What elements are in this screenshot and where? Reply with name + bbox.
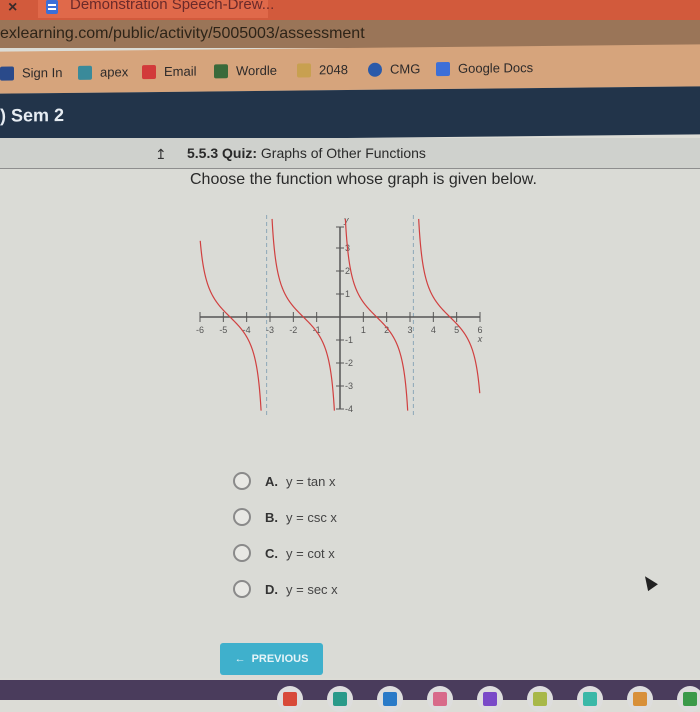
shelf-app-meet-icon[interactable]	[327, 686, 353, 712]
quiz-header: ↥ 5.5.3 Quiz: Graphs of Other Functions	[0, 138, 700, 169]
app-glyph	[433, 692, 447, 706]
choice-c[interactable]: C. y = cot x	[233, 535, 338, 571]
choice-letter: B.	[265, 509, 278, 525]
choice-d[interactable]: D. y = sec x	[233, 571, 338, 607]
bookmark-label: Google Docs	[458, 60, 534, 76]
x-tick-label: 3	[407, 325, 412, 335]
x-tick-label: -1	[313, 325, 321, 335]
shelf-app-app-purple-icon[interactable]	[477, 686, 503, 712]
apex-icon	[78, 65, 92, 80]
app-glyph	[583, 692, 597, 706]
bookmark-label: CMG	[390, 61, 421, 77]
bookmark-label: 2048	[319, 62, 348, 78]
tab-title: Demonstration Speech-Drew...	[70, 0, 275, 13]
previous-label: PREVIOUS	[251, 653, 309, 665]
bookmark-google-docs[interactable]: Google Docs	[436, 60, 533, 76]
choice-text: y = tan x	[286, 473, 336, 489]
app-glyph	[483, 692, 497, 706]
bookmark-email[interactable]: Email	[142, 64, 197, 80]
app-glyph	[633, 692, 647, 706]
cot-branch-curve	[344, 218, 409, 411]
y-tick-label: -2	[345, 358, 353, 368]
bookmarks-bar: Sign In apex Email Wordle 2048 CMG Googl…	[0, 44, 700, 94]
choice-b[interactable]: B. y = csc x	[233, 499, 338, 535]
app-glyph	[333, 692, 347, 706]
radio-button[interactable]	[233, 580, 251, 598]
quiz-name: Graphs of Other Functions	[260, 145, 426, 161]
google-docs-icon	[46, 0, 58, 14]
bookmark-wordle[interactable]: Wordle	[214, 63, 277, 79]
x-tick-label: -6	[196, 325, 204, 335]
wordle-icon	[214, 63, 228, 78]
radio-button[interactable]	[233, 472, 251, 490]
shelf-app-app-olive-icon[interactable]	[527, 686, 553, 712]
gmail-icon	[142, 64, 156, 79]
choice-text: y = cot x	[286, 545, 335, 561]
y-tick-label: -1	[345, 335, 353, 345]
shelf-app-app-pink-icon[interactable]	[427, 686, 453, 712]
bookmark-label: Wordle	[236, 62, 277, 79]
quiz-number: 5.5.3	[187, 145, 219, 161]
bookmark-label: Email	[164, 63, 197, 79]
cot-branch-curve	[199, 240, 262, 411]
y-tick-label: -3	[345, 381, 353, 391]
app-glyph	[283, 692, 297, 706]
bookmark-label: apex	[100, 64, 129, 80]
radio-button[interactable]	[233, 508, 251, 526]
google-docs-icon	[436, 61, 450, 76]
up-arrow-icon[interactable]: ↥	[155, 146, 167, 163]
course-title: ) Sem 2	[0, 104, 65, 126]
function-graph: -6 -5 -4 -3 -2 -1 1 2 3 4 5 6-4-3-2-1123xy	[196, 215, 483, 417]
shelf-app-chrome-icon[interactable]	[277, 686, 303, 712]
sign-in-icon	[0, 66, 14, 81]
y-tick-label: 2	[345, 266, 350, 276]
game-2048-icon	[297, 62, 311, 78]
cot-branch-curve	[271, 218, 335, 411]
answer-choices: A. y = tan x B. y = csc x C. y = cot x D…	[233, 463, 338, 607]
bookmark-apex[interactable]: apex	[78, 64, 128, 80]
shelf-app-app-blue-icon[interactable]	[377, 686, 403, 712]
app-glyph	[383, 692, 397, 706]
x-axis-label: x	[477, 334, 483, 344]
x-tick-label: -3	[266, 325, 274, 335]
bookmark-label: Sign In	[22, 65, 63, 81]
shelf-app-app-orange-icon[interactable]	[627, 686, 653, 712]
choice-letter: C.	[265, 545, 278, 561]
question-text: Choose the function whose graph is given…	[190, 171, 537, 188]
cmg-icon	[368, 62, 382, 77]
shelf-app-app-teal-icon[interactable]	[577, 686, 603, 712]
shelf-app-classroom-icon[interactable]	[677, 686, 700, 712]
choice-letter: A.	[265, 473, 278, 489]
arrow-left-icon: ←	[234, 653, 246, 665]
app-glyph	[683, 692, 697, 706]
y-tick-label: -4	[345, 404, 353, 414]
quiz-title: 5.5.3 Quiz: Graphs of Other Functions	[187, 145, 426, 161]
cot-branch-curve	[418, 218, 481, 394]
x-tick-label: -5	[219, 325, 227, 335]
radio-button[interactable]	[233, 544, 251, 562]
bookmark-sign-in[interactable]: Sign In	[0, 65, 62, 81]
bookmark-2048[interactable]: 2048	[297, 62, 348, 78]
bookmark-cmg[interactable]: CMG	[368, 61, 420, 77]
browser-tab-bar: × Demonstration Speech-Drew...	[0, 0, 700, 20]
choice-text: y = sec x	[286, 581, 338, 597]
x-tick-label: 1	[361, 325, 366, 335]
close-tab-icon[interactable]: ×	[8, 0, 17, 17]
choice-a[interactable]: A. y = tan x	[233, 463, 338, 499]
choice-letter: D.	[265, 581, 278, 597]
x-tick-label: 4	[431, 325, 436, 335]
choice-text: y = csc x	[286, 509, 337, 525]
address-bar[interactable]: exlearning.com/public/activity/5005003/a…	[0, 20, 700, 48]
previous-button[interactable]: ← PREVIOUS	[220, 643, 323, 675]
quiz-type: Quiz:	[222, 145, 258, 161]
x-tick-label: -2	[289, 325, 297, 335]
y-tick-label: 1	[345, 289, 350, 299]
app-glyph	[533, 692, 547, 706]
browser-tab[interactable]: Demonstration Speech-Drew...	[38, 0, 274, 18]
url-text[interactable]: exlearning.com/public/activity/5005003/a…	[0, 25, 365, 43]
course-header: ) Sem 2	[0, 86, 700, 142]
